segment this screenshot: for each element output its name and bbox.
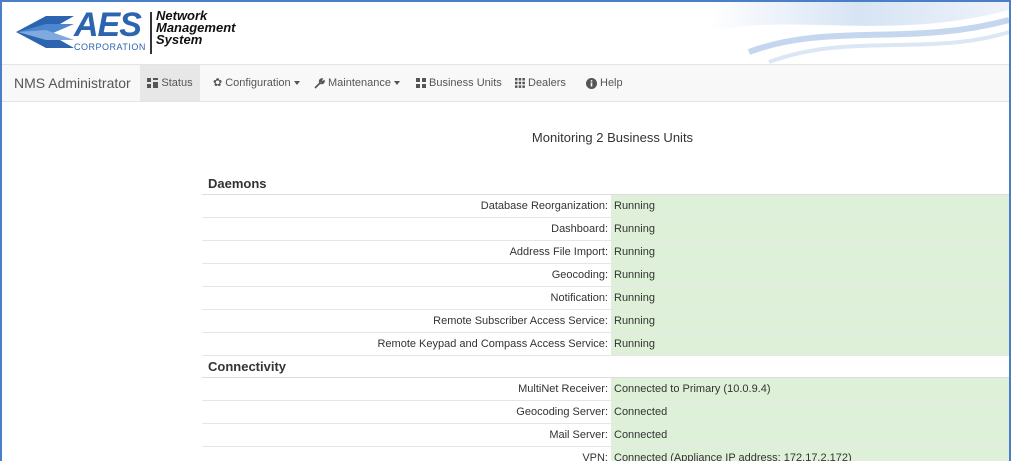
chevron-down-icon (293, 81, 300, 86)
row-value: Running (611, 333, 1009, 355)
row-label: Mail Server: (549, 429, 608, 441)
table-row: Notification: Running (202, 287, 1009, 310)
nav-maintenance[interactable]: Maintenance (314, 65, 400, 101)
navbar-brand[interactable]: NMS Administrator (14, 75, 131, 91)
table-row: Remote Keypad and Compass Access Service… (202, 333, 1009, 356)
row-value: Running (611, 287, 1009, 309)
table-row: Geocoding: Running (202, 264, 1009, 287)
row-value: Running (611, 264, 1009, 286)
aes-logo[interactable]: AES CORPORATION Network Management Syste… (16, 6, 235, 56)
nav-status-label: Status (161, 77, 193, 89)
app-window: AES CORPORATION Network Management Syste… (0, 0, 1011, 461)
grid-small-icon (515, 78, 525, 88)
row-value: Running (611, 195, 1009, 217)
row-value: Running (611, 218, 1009, 240)
header-banner: AES CORPORATION Network Management Syste… (2, 2, 1009, 64)
row-label: MultiNet Receiver: (518, 383, 608, 395)
row-label: Notification: (550, 292, 608, 304)
nav-maintenance-label: Maintenance (328, 77, 391, 89)
row-value: Running (611, 241, 1009, 263)
system-name-line-3: System (156, 32, 203, 47)
row-value: Connected to Primary (10.0.9.4) (611, 378, 1009, 400)
table-row: VPN: Connected (Appliance IP address: 172… (202, 447, 1009, 461)
nav-help[interactable]: Help (586, 65, 623, 101)
nav-help-label: Help (600, 77, 623, 89)
row-label: Geocoding: (551, 269, 608, 281)
table-row: Database Reorganization: Running (202, 195, 1009, 218)
header-decoration (709, 2, 1009, 64)
row-value: Running (611, 310, 1009, 332)
logo-text: AES (74, 6, 142, 44)
section-heading-daemons: Daemons (202, 173, 1009, 195)
row-value: Connected (611, 401, 1009, 423)
nav-status[interactable]: Status (140, 65, 200, 101)
logo-divider (150, 12, 152, 54)
chevron-down-icon (394, 81, 400, 86)
table-row: MultiNet Receiver: Connected to Primary (… (202, 378, 1009, 401)
table-row: Mail Server: Connected (202, 424, 1009, 447)
gear-icon: ✿ (213, 77, 223, 90)
nav-business-units-label: Business Units (429, 77, 502, 89)
row-label: Database Reorganization: (480, 200, 608, 212)
row-label: Remote Keypad and Compass Access Service… (377, 338, 608, 350)
aes-wings-icon (16, 16, 74, 48)
row-label: VPN: (582, 452, 608, 461)
nav-configuration-label: Configuration (225, 77, 291, 89)
table-row: Remote Subscriber Access Service: Running (202, 310, 1009, 333)
system-name: Network Management System (156, 9, 235, 47)
info-circle-icon (586, 77, 597, 89)
row-label: Address File Import: (509, 246, 608, 258)
nav-dealers[interactable]: Dealers (515, 65, 566, 101)
section-heading-connectivity: Connectivity (202, 356, 1009, 378)
wrench-icon (314, 77, 325, 89)
row-label: Geocoding Server: (516, 406, 608, 418)
row-value: Connected (611, 424, 1009, 446)
nav-configuration[interactable]: ✿ Configuration (213, 65, 300, 101)
navbar: NMS Administrator Status ✿ Configuration … (2, 64, 1009, 102)
row-label: Remote Subscriber Access Service: (433, 315, 608, 327)
page-title: Monitoring 2 Business Units (531, 130, 694, 145)
table-row: Dashboard: Running (202, 218, 1009, 241)
nav-dealers-label: Dealers (528, 77, 566, 89)
status-table: Daemons Database Reorganization: Running … (202, 173, 1009, 461)
grid-large-icon (416, 78, 426, 89)
table-row: Address File Import: Running (202, 241, 1009, 264)
row-value: Connected (Appliance IP address: 172.17.… (611, 447, 1009, 461)
nav-business-units[interactable]: Business Units (416, 65, 502, 101)
dashboard-icon (147, 78, 159, 89)
table-row: Geocoding Server: Connected (202, 401, 1009, 424)
logo-subtext: CORPORATION (74, 42, 146, 52)
row-label: Dashboard: (551, 223, 608, 235)
